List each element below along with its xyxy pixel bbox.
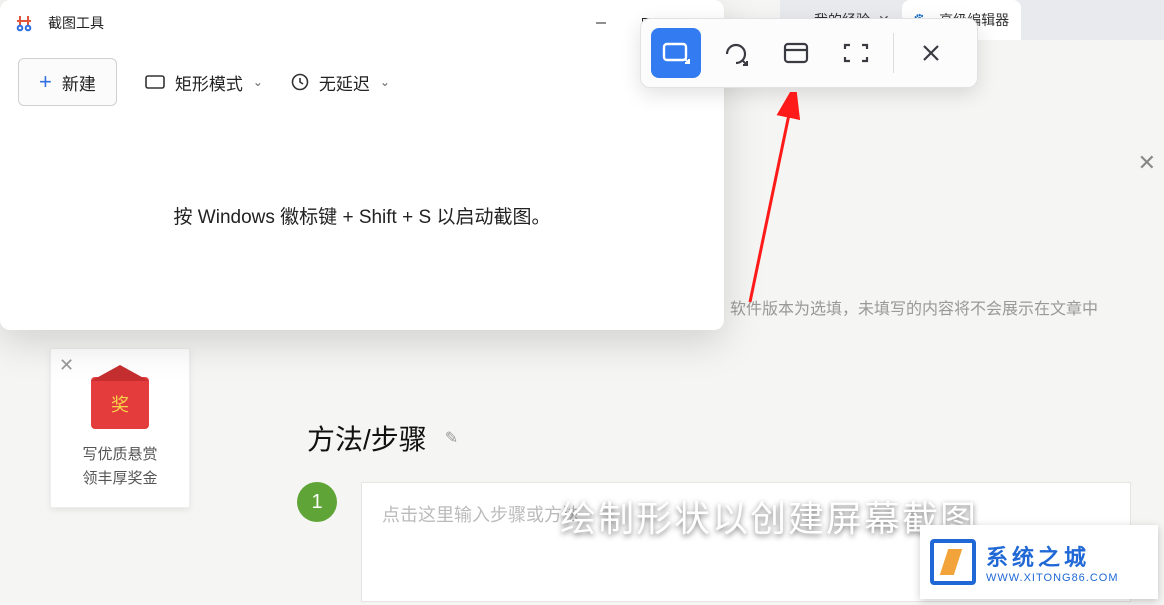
watermark-title: 系统之城 [986,540,1119,572]
new-label: 新建 [62,70,96,95]
overlay-caption: 绘制形状以创建屏幕截图 [560,490,978,542]
snip-mode-toolbar [640,18,978,88]
watermark: 系统之城 WWW.XITONG86.COM [920,525,1158,599]
fullscreen-mode-button[interactable] [831,28,881,78]
red-envelope-icon: 奖 [91,377,149,429]
promo-line1: 写优质悬赏 [82,443,157,467]
toolbar: + 新建 矩形模式 ⌄ 无延迟 ⌄ [0,46,724,106]
pencil-icon[interactable]: ✎ [445,428,458,448]
step-number-badge: 1 [297,482,337,522]
new-button[interactable]: + 新建 [18,58,117,106]
envelope-char: 奖 [91,391,149,417]
mode-label: 矩形模式 [175,70,243,95]
section-title-text: 方法/步骤 [307,418,427,458]
separator [893,33,894,73]
snipping-app-icon [14,13,34,33]
mode-dropdown[interactable]: 矩形模式 ⌄ [145,70,263,95]
rectangle-icon [145,73,165,91]
promo-line2: 领丰厚奖金 [82,467,157,491]
promo-card[interactable]: ✕ 奖 写优质悬赏 领丰厚奖金 [50,348,190,508]
titlebar[interactable]: 截图工具 [0,0,724,46]
close-toolbar-button[interactable] [906,28,956,78]
promo-text: 写优质悬赏 领丰厚奖金 [82,443,157,491]
section-title: 方法/步骤 ✎ [307,418,458,458]
close-icon[interactable]: ✕ [1138,150,1156,176]
window-title: 截图工具 [48,13,578,33]
plus-icon: + [39,69,52,95]
chevron-down-icon: ⌄ [380,75,390,89]
delay-dropdown[interactable]: 无延迟 ⌄ [291,70,390,95]
window-mode-button[interactable] [771,28,821,78]
delay-label: 无延迟 [319,70,370,95]
rectangle-mode-button[interactable] [651,28,701,78]
snipping-tool-window: 截图工具 + 新建 矩形模式 ⌄ 无延迟 ⌄ 按 Windows 徽标键 + S… [0,0,724,330]
chevron-down-icon: ⌄ [253,75,263,89]
freeform-mode-button[interactable] [711,28,761,78]
minimize-button[interactable] [578,0,624,46]
hint-text: 软件版本为选填，未填写的内容将不会展示在文章中 [730,295,1098,319]
close-icon[interactable]: ✕ [59,355,74,376]
watermark-logo-icon [930,539,976,585]
watermark-url: WWW.XITONG86.COM [986,572,1119,584]
hint-text: 按 Windows 徽标键 + Shift + S 以启动截图。 [0,202,724,229]
clock-icon [291,73,309,91]
